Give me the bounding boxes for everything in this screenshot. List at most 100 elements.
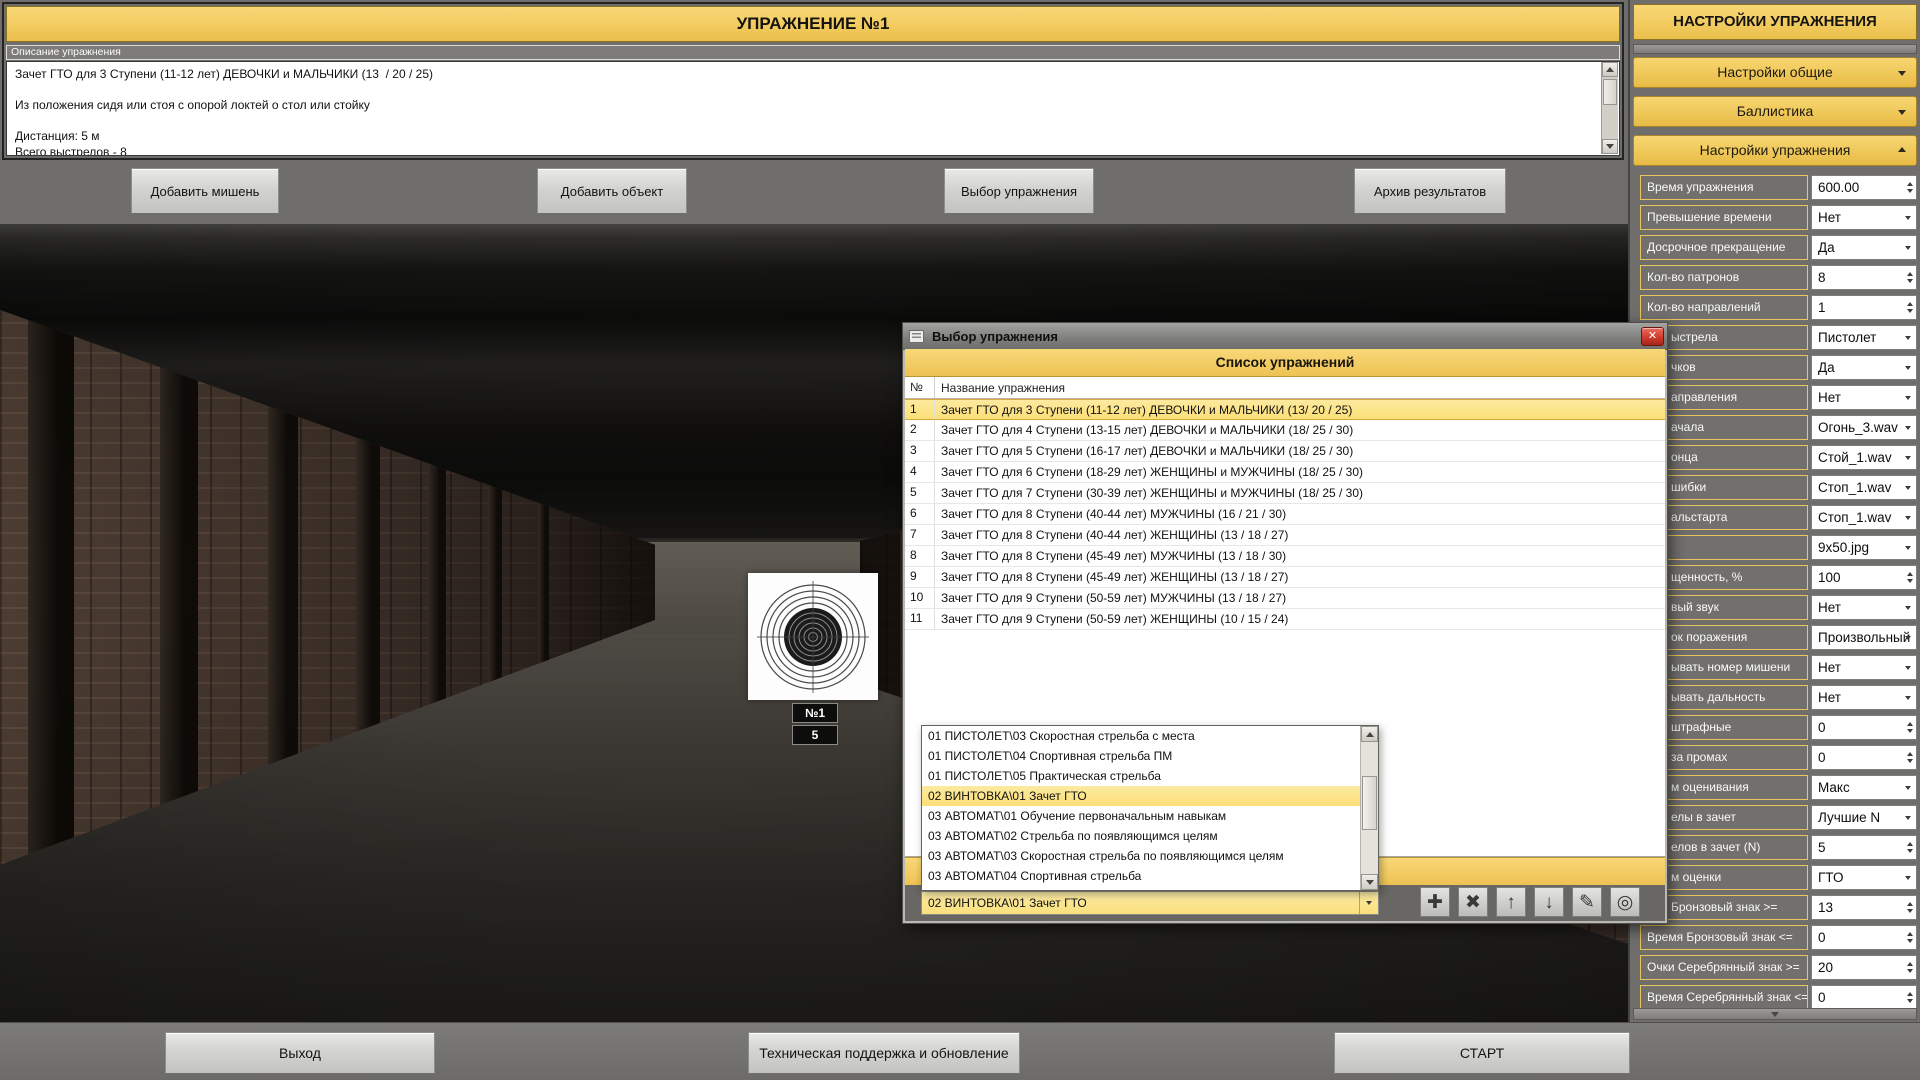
dropdown-arrow-icon[interactable] bbox=[1905, 626, 1911, 649]
scroll-thumb[interactable] bbox=[1362, 776, 1377, 830]
spinner-up-icon[interactable] bbox=[1907, 962, 1913, 966]
setting-value-field[interactable]: Нет bbox=[1811, 385, 1917, 410]
setting-value-field[interactable]: 20 bbox=[1811, 955, 1917, 980]
spinner-up-icon[interactable] bbox=[1907, 572, 1913, 576]
spinner-arrows[interactable] bbox=[1907, 266, 1913, 289]
popup-item[interactable]: 03 АВТОМАТ\04 Спортивная стрельба bbox=[922, 866, 1361, 886]
setting-value-field[interactable]: 0 bbox=[1811, 925, 1917, 950]
spinner-arrows[interactable] bbox=[1907, 176, 1913, 199]
spinner-down-icon[interactable] bbox=[1907, 579, 1913, 583]
setting-value-field[interactable]: Нет bbox=[1811, 655, 1917, 680]
setting-value-field[interactable]: Огонь_3.wav bbox=[1811, 415, 1917, 440]
spinner-arrows[interactable] bbox=[1907, 986, 1913, 1009]
exercise-row[interactable]: 11 Зачет ГТО для 9 Ступени (50-59 лет) Ж… bbox=[905, 609, 1665, 630]
exercise-row[interactable]: 4 Зачет ГТО для 6 Ступени (18-29 лет) ЖЕ… bbox=[905, 462, 1665, 483]
sidebar-scroll-down[interactable] bbox=[1633, 1008, 1917, 1020]
exercise-row[interactable]: 1 Зачет ГТО для 3 Ступени (11-12 лет) ДЕ… bbox=[905, 399, 1665, 420]
setting-value-field[interactable]: Лучшие N bbox=[1811, 805, 1917, 830]
aim-button[interactable]: ◎ bbox=[1610, 887, 1640, 917]
setting-value-field[interactable]: Нет bbox=[1811, 685, 1917, 710]
exit-button[interactable]: Выход bbox=[165, 1032, 435, 1074]
setting-value-field[interactable]: Да bbox=[1811, 235, 1917, 260]
dropdown-arrow-icon[interactable] bbox=[1905, 476, 1911, 499]
combo-box[interactable]: 02 ВИНТОВКА\01 Зачет ГТО bbox=[921, 891, 1379, 915]
description-scrollbar[interactable] bbox=[1601, 62, 1618, 154]
add-target-button[interactable]: Добавить мишень bbox=[131, 168, 279, 214]
combo-arrow-icon[interactable] bbox=[1359, 892, 1378, 914]
support-button[interactable]: Техническая поддержка и обновление bbox=[748, 1032, 1020, 1074]
spinner-arrows[interactable] bbox=[1907, 716, 1913, 739]
dropdown-arrow-icon[interactable] bbox=[1905, 776, 1911, 799]
dropdown-arrow-icon[interactable] bbox=[1905, 806, 1911, 829]
add-object-button[interactable]: Добавить объект bbox=[537, 168, 687, 214]
popup-item[interactable]: 03 АВТОМАТ\03 Скоростная стрельба по поя… bbox=[922, 846, 1361, 866]
popup-item[interactable]: 02 ВИНТОВКА\01 Зачет ГТО bbox=[922, 786, 1361, 806]
dropdown-arrow-icon[interactable] bbox=[1905, 386, 1911, 409]
spinner-arrows[interactable] bbox=[1907, 896, 1913, 919]
spinner-arrows[interactable] bbox=[1907, 566, 1913, 589]
spinner-down-icon[interactable] bbox=[1907, 909, 1913, 913]
spinner-down-icon[interactable] bbox=[1907, 279, 1913, 283]
spinner-up-icon[interactable] bbox=[1907, 842, 1913, 846]
spinner-down-icon[interactable] bbox=[1907, 969, 1913, 973]
scroll-up-icon[interactable] bbox=[1602, 62, 1618, 77]
setting-value-field[interactable]: Нет bbox=[1811, 595, 1917, 620]
edit-button[interactable]: ✎ bbox=[1572, 887, 1602, 917]
exercise-row[interactable]: 6 Зачет ГТО для 8 Ступени (40-44 лет) МУ… bbox=[905, 504, 1665, 525]
popup-item[interactable]: 01 ПИСТОЛЕТ\04 Спортивная стрельба ПМ bbox=[922, 746, 1361, 766]
spinner-down-icon[interactable] bbox=[1907, 189, 1913, 193]
dropdown-arrow-icon[interactable] bbox=[1905, 206, 1911, 229]
choose-exercise-button[interactable]: Выбор упражнения bbox=[944, 168, 1094, 214]
spinner-arrows[interactable] bbox=[1907, 836, 1913, 859]
spinner-up-icon[interactable] bbox=[1907, 992, 1913, 996]
popup-item[interactable]: 03 АВТОМАТ\01 Обучение первоначальным на… bbox=[922, 806, 1361, 826]
setting-value-field[interactable]: 0 bbox=[1811, 985, 1917, 1010]
dropdown-arrow-icon[interactable] bbox=[1905, 656, 1911, 679]
spinner-up-icon[interactable] bbox=[1907, 272, 1913, 276]
setting-value-field[interactable]: 0 bbox=[1811, 715, 1917, 740]
target-board[interactable] bbox=[748, 573, 878, 700]
dropdown-arrow-icon[interactable] bbox=[1905, 446, 1911, 469]
spinner-down-icon[interactable] bbox=[1907, 939, 1913, 943]
dropdown-arrow-icon[interactable] bbox=[1905, 356, 1911, 379]
dropdown-arrow-icon[interactable] bbox=[1905, 506, 1911, 529]
dialog-titlebar[interactable]: Выбор упражнения bbox=[903, 323, 1667, 350]
dropdown-arrow-icon[interactable] bbox=[1905, 536, 1911, 559]
add-button[interactable]: ✚ bbox=[1420, 887, 1450, 917]
setting-value-field[interactable]: 5 bbox=[1811, 835, 1917, 860]
spinner-up-icon[interactable] bbox=[1907, 722, 1913, 726]
dropdown-arrow-icon[interactable] bbox=[1905, 326, 1911, 349]
setting-value-field[interactable]: Стоп_1.wav bbox=[1811, 475, 1917, 500]
setting-value-field[interactable]: Нет bbox=[1811, 205, 1917, 230]
setting-value-field[interactable]: 9x50.jpg bbox=[1811, 535, 1917, 560]
dropdown-arrow-icon[interactable] bbox=[1905, 416, 1911, 439]
setting-value-field[interactable]: Да bbox=[1811, 355, 1917, 380]
sidebar-scroll-track[interactable] bbox=[1633, 44, 1917, 54]
move-up-button[interactable]: ↑ bbox=[1496, 887, 1526, 917]
accordion-section[interactable]: Настройки упражнения bbox=[1633, 135, 1917, 166]
exercise-row[interactable]: 8 Зачет ГТО для 8 Ступени (45-49 лет) МУ… bbox=[905, 546, 1665, 567]
spinner-arrows[interactable] bbox=[1907, 926, 1913, 949]
description-text[interactable]: Зачет ГТО для 3 Ступени (11-12 лет) ДЕВО… bbox=[6, 61, 1620, 156]
spinner-up-icon[interactable] bbox=[1907, 932, 1913, 936]
spinner-arrows[interactable] bbox=[1907, 296, 1913, 319]
setting-value-field[interactable]: 1 bbox=[1811, 295, 1917, 320]
exercise-row[interactable]: 7 Зачет ГТО для 8 Ступени (40-44 лет) ЖЕ… bbox=[905, 525, 1665, 546]
setting-value-field[interactable]: Стоп_1.wav bbox=[1811, 505, 1917, 530]
setting-value-field[interactable]: Пистолет bbox=[1811, 325, 1917, 350]
delete-button[interactable]: ✖ bbox=[1458, 887, 1488, 917]
setting-value-field[interactable]: 13 bbox=[1811, 895, 1917, 920]
move-down-button[interactable]: ↓ bbox=[1534, 887, 1564, 917]
start-button[interactable]: СТАРТ bbox=[1334, 1032, 1630, 1074]
spinner-up-icon[interactable] bbox=[1907, 302, 1913, 306]
scroll-down-icon[interactable] bbox=[1361, 874, 1378, 890]
exercise-row[interactable]: 3 Зачет ГТО для 5 Ступени (16-17 лет) ДЕ… bbox=[905, 441, 1665, 462]
setting-value-field[interactable]: 8 bbox=[1811, 265, 1917, 290]
dropdown-arrow-icon[interactable] bbox=[1905, 596, 1911, 619]
exercise-row[interactable]: 5 Зачет ГТО для 7 Ступени (30-39 лет) ЖЕ… bbox=[905, 483, 1665, 504]
close-button[interactable]: ✕ bbox=[1641, 327, 1664, 346]
spinner-up-icon[interactable] bbox=[1907, 752, 1913, 756]
dropdown-arrow-icon[interactable] bbox=[1905, 236, 1911, 259]
scroll-down-icon[interactable] bbox=[1602, 139, 1618, 154]
setting-value-field[interactable]: 100 bbox=[1811, 565, 1917, 590]
